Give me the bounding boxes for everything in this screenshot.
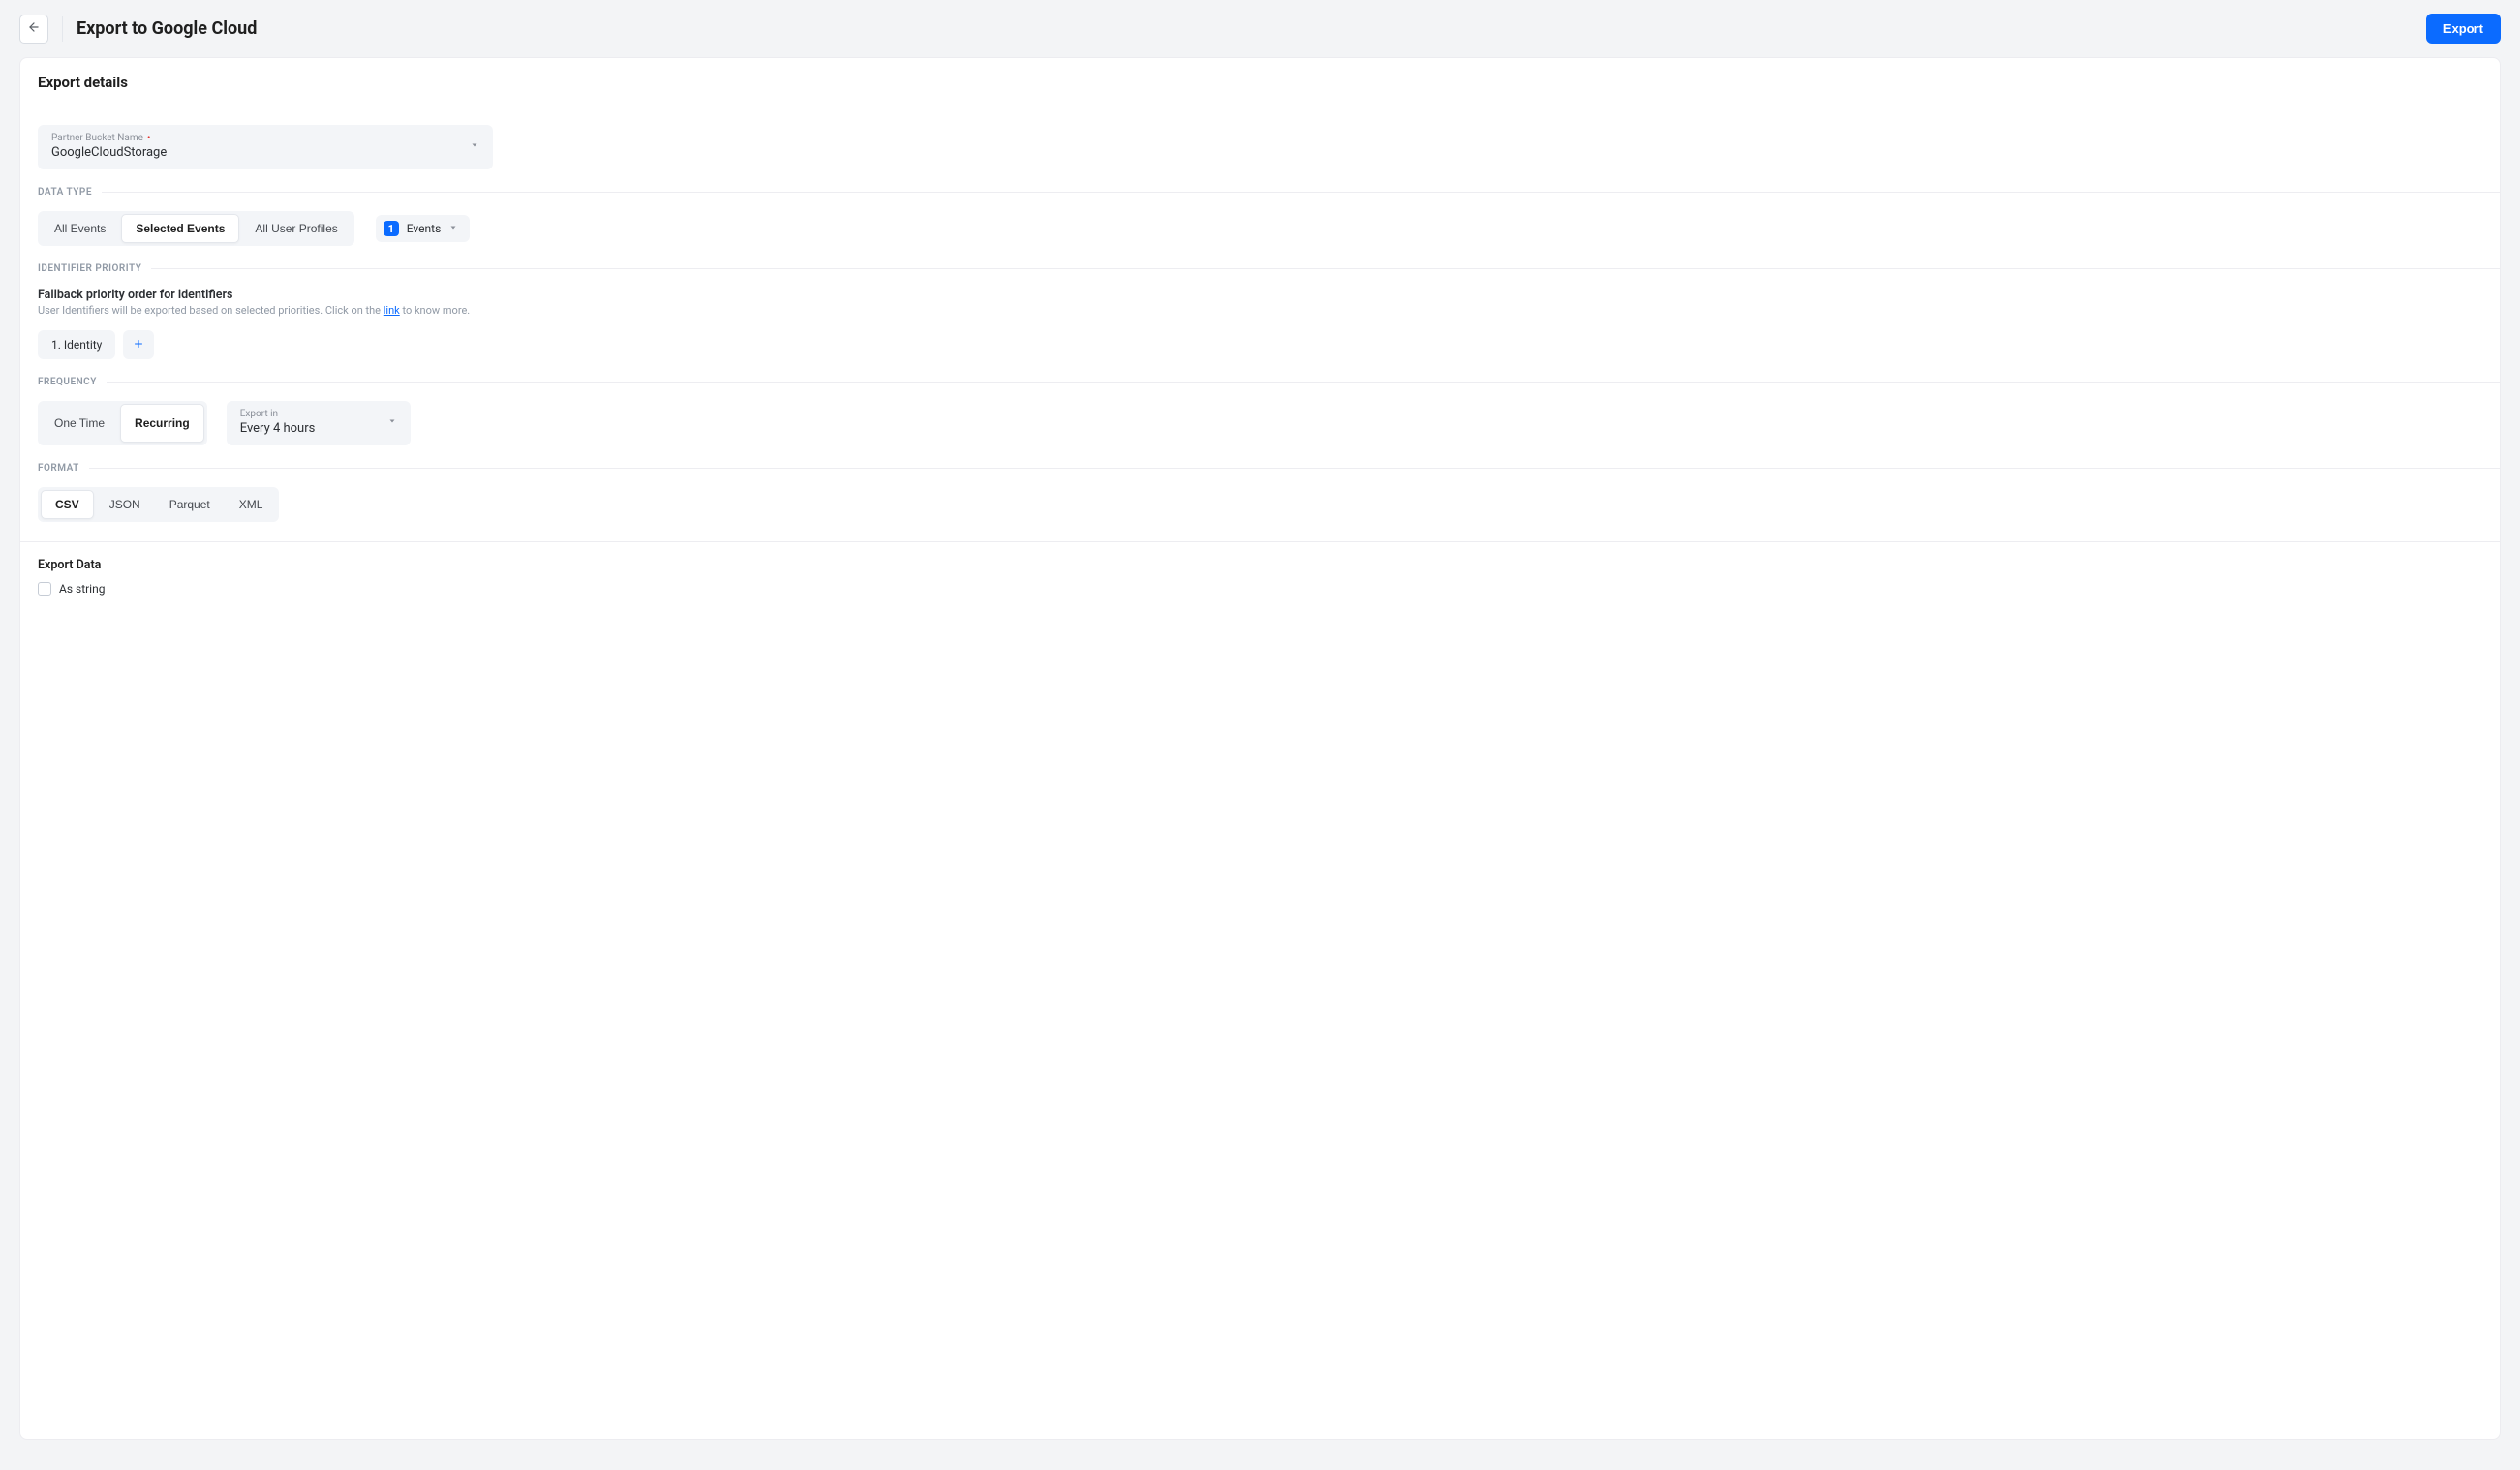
- chevron-down-icon: [387, 415, 397, 430]
- seg-parquet[interactable]: Parquet: [156, 490, 224, 519]
- arrow-left-icon: [27, 20, 41, 37]
- data-type-divider-label: DATA TYPE: [20, 187, 102, 198]
- partner-bucket-value: GoogleCloudStorage: [51, 145, 167, 160]
- export-data-heading: Export Data: [38, 558, 2482, 572]
- partner-bucket-select[interactable]: Partner Bucket Name • GoogleCloudStorage: [38, 125, 493, 169]
- export-details-card: Export details Partner Bucket Name • Goo…: [19, 57, 2501, 1440]
- seg-json[interactable]: JSON: [96, 490, 154, 519]
- events-chip[interactable]: 1 Events: [376, 215, 471, 242]
- export-in-select[interactable]: Export in Every 4 hours: [227, 401, 411, 445]
- identifier-sub-pre: User Identifiers will be exported based …: [38, 304, 384, 317]
- frequency-segmented: One Time Recurring: [38, 401, 207, 445]
- seg-selected-events[interactable]: Selected Events: [121, 214, 239, 243]
- format-divider-label: FORMAT: [20, 463, 89, 474]
- export-button[interactable]: Export: [2426, 14, 2501, 44]
- export-in-label: Export in: [240, 409, 316, 419]
- frequency-divider: FREQUENCY: [20, 377, 2500, 387]
- data-type-segmented: All Events Selected Events All User Prof…: [38, 211, 354, 246]
- seg-all-user-profiles[interactable]: All User Profiles: [241, 214, 351, 243]
- identifier-link[interactable]: link: [384, 304, 400, 317]
- identifier-heading: Fallback priority order for identifiers: [38, 288, 2482, 302]
- as-string-checkbox[interactable]: [38, 582, 51, 596]
- identifier-subtext: User Identifiers will be exported based …: [38, 304, 2482, 317]
- card-title: Export details: [20, 58, 2500, 107]
- seg-one-time[interactable]: One Time: [41, 404, 118, 443]
- back-button[interactable]: [19, 15, 48, 44]
- export-in-value: Every 4 hours: [240, 421, 316, 436]
- partner-bucket-label-text: Partner Bucket Name: [51, 133, 143, 143]
- events-count-badge: 1: [384, 221, 399, 236]
- required-indicator: •: [147, 134, 150, 143]
- seg-xml[interactable]: XML: [226, 490, 277, 519]
- format-divider: FORMAT: [20, 463, 2500, 474]
- seg-recurring[interactable]: Recurring: [120, 404, 204, 443]
- plus-icon: [133, 338, 144, 352]
- frequency-divider-label: FREQUENCY: [20, 377, 107, 387]
- identity-pill-1[interactable]: 1. Identity: [38, 330, 115, 359]
- chevron-down-icon: [448, 222, 458, 236]
- page-title: Export to Google Cloud: [77, 18, 257, 39]
- identifier-priority-divider-label: IDENTIFIER PRIORITY: [20, 263, 151, 274]
- identifier-priority-divider: IDENTIFIER PRIORITY: [20, 263, 2500, 274]
- events-chip-label: Events: [407, 222, 442, 235]
- identifier-sub-post: to know more.: [402, 304, 470, 317]
- data-type-divider: DATA TYPE: [20, 187, 2500, 198]
- seg-csv[interactable]: CSV: [41, 490, 94, 519]
- chevron-down-icon: [470, 139, 479, 154]
- partner-bucket-label: Partner Bucket Name •: [51, 133, 167, 143]
- as-string-label: As string: [59, 582, 105, 596]
- vertical-divider: [62, 16, 63, 42]
- add-identifier-button[interactable]: [123, 330, 154, 359]
- seg-all-events[interactable]: All Events: [41, 214, 119, 243]
- format-segmented: CSV JSON Parquet XML: [38, 487, 279, 522]
- plain-divider: [20, 541, 2500, 542]
